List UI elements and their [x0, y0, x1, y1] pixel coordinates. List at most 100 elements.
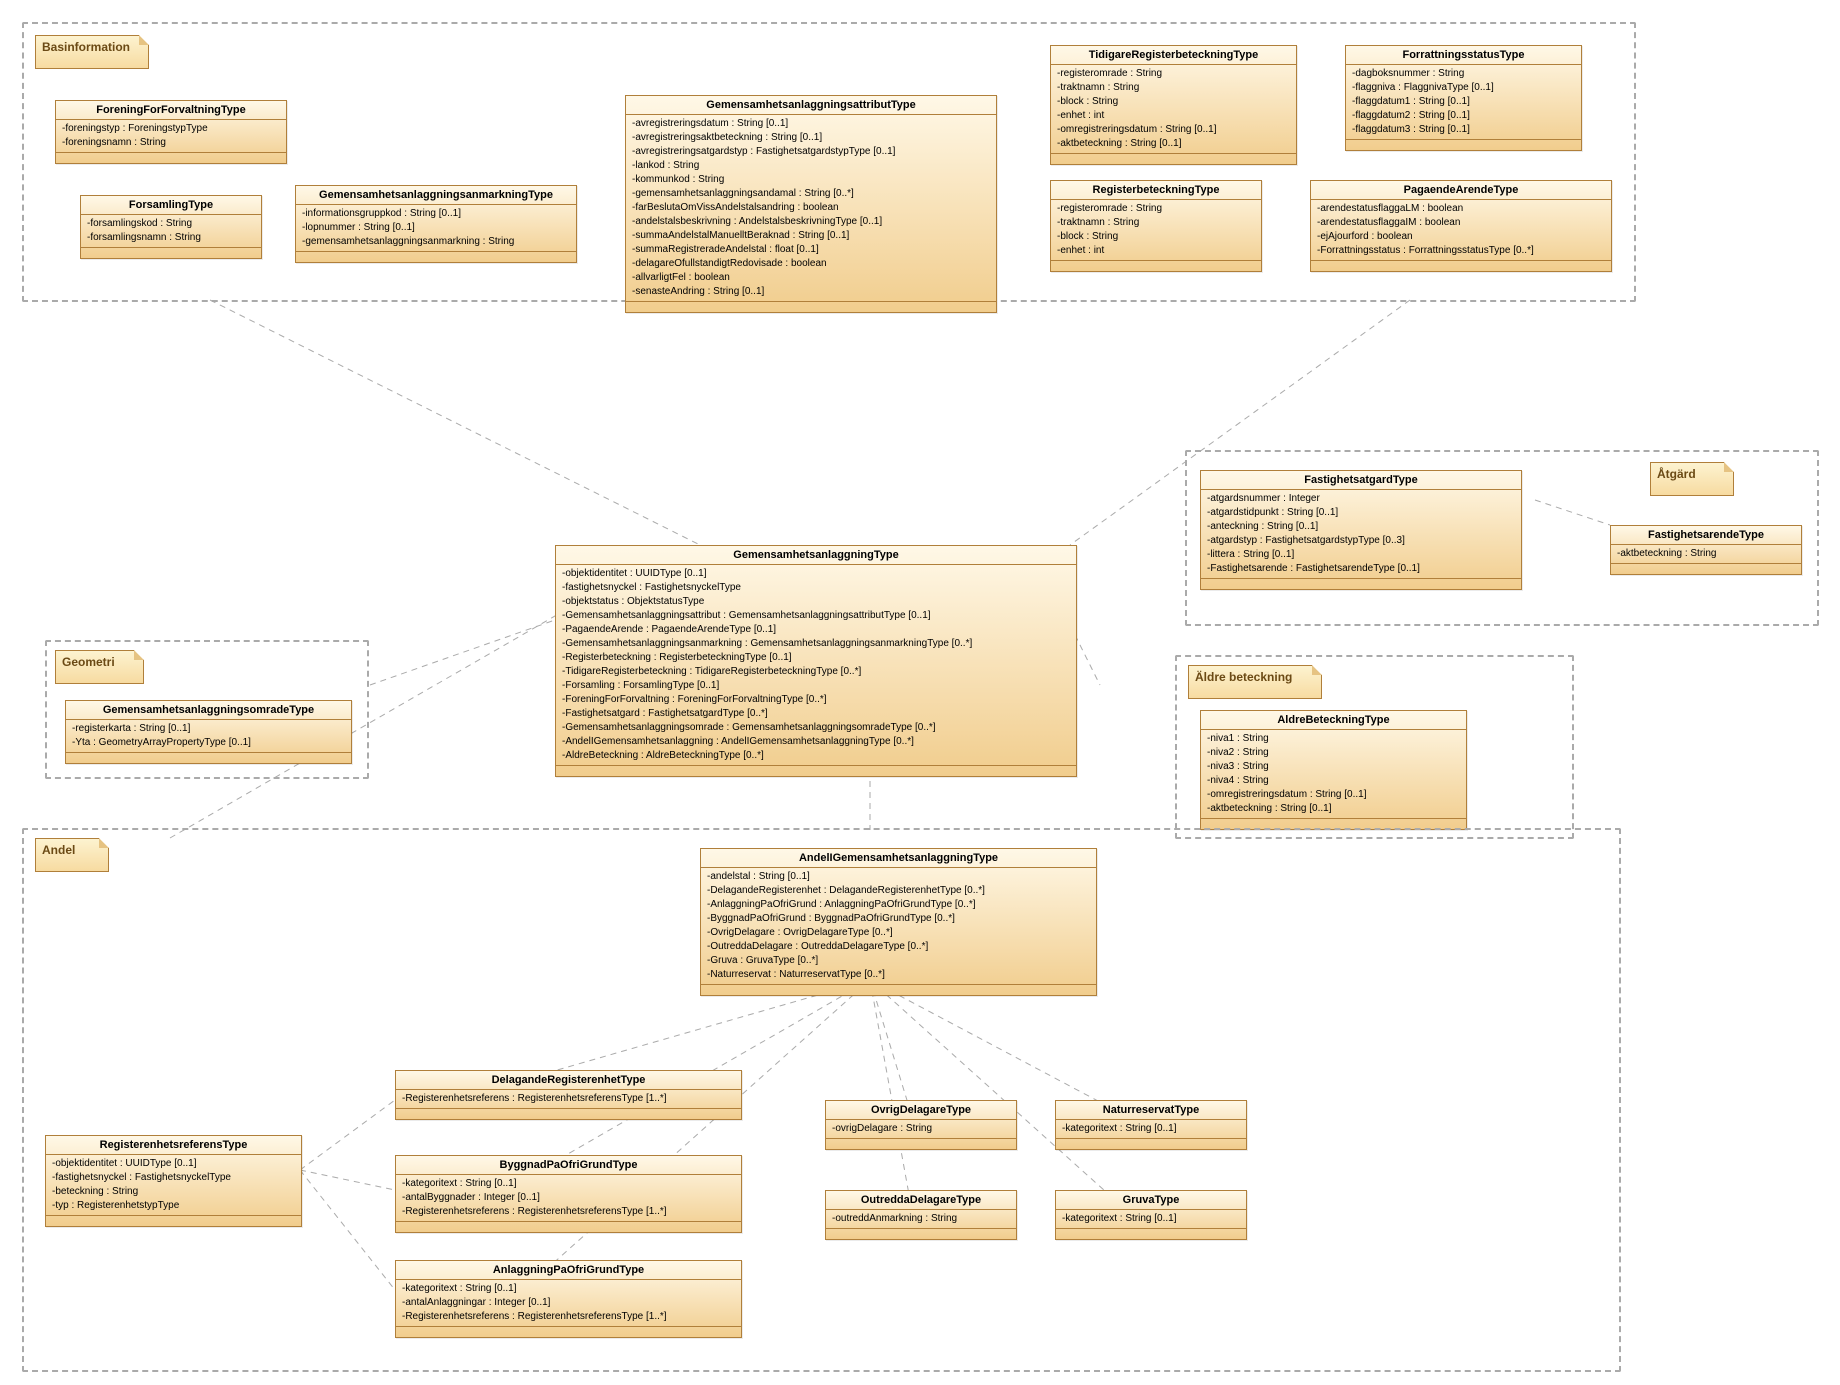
class-title: RegisterbeteckningType [1051, 181, 1261, 200]
class-attr: -antalAnlaggningar : Integer [0..1] [402, 1296, 735, 1310]
class-GemensamhetsanlaggningsomradeType[interactable]: GemensamhetsanlaggningsomradeType -regis… [65, 700, 352, 764]
class-attr: -aktbeteckning : String [1617, 547, 1795, 561]
class-RegisterenhetsreferensType[interactable]: RegisterenhetsreferensType -objektidenti… [45, 1135, 302, 1227]
class-PagaendeArendeType[interactable]: PagaendeArendeType -arendestatusflaggaLM… [1310, 180, 1612, 272]
class-attr: -typ : RegisterenhetstypType [52, 1199, 295, 1213]
class-title: DelagandeRegisterenhetType [396, 1071, 741, 1090]
class-attr: -atgardsnummer : Integer [1207, 492, 1515, 506]
class-attr: -lopnummer : String [0..1] [302, 221, 570, 235]
class-attr: -dagboksnummer : String [1352, 67, 1575, 81]
class-attrs: -forsamlingskod : String-forsamlingsnamn… [81, 215, 261, 248]
class-title: GemensamhetsanlaggningType [556, 546, 1076, 565]
class-attr: -OvrigDelagare : OvrigDelagareType [0..*… [707, 926, 1090, 940]
class-attr: -flaggdatum3 : String [0..1] [1352, 123, 1575, 137]
class-ForeningForForvaltningType[interactable]: ForeningForForvaltningType -foreningstyp… [55, 100, 287, 164]
class-attrs: -arendestatusflaggaLM : boolean-arendest… [1311, 200, 1611, 261]
class-attr: -kategoritext : String [0..1] [1062, 1212, 1240, 1226]
class-attr: -ovrigDelagare : String [832, 1122, 1010, 1136]
class-AndelIGemensamhetsanlaggningType[interactable]: AndelIGemensamhetsanlaggningType -andels… [700, 848, 1097, 996]
class-title: OutreddaDelagareType [826, 1191, 1016, 1210]
class-attrs: -registeromrade : String-traktnamn : Str… [1051, 65, 1296, 154]
class-TidigareRegisterbeteckningType[interactable]: TidigareRegisterbeteckningType -register… [1050, 45, 1297, 165]
class-attr: -Registerenhetsreferens : Registerenhets… [402, 1092, 735, 1106]
class-attr: -summaAndelstalManuelltBeraknad : String… [632, 229, 990, 243]
class-FastighetsarendeType[interactable]: FastighetsarendeType -aktbeteckning : St… [1610, 525, 1802, 575]
class-attr: -gemensamhetsanlaggningsandamal : String… [632, 187, 990, 201]
class-attrs: -informationsgruppkod : String [0..1]-lo… [296, 205, 576, 252]
note-aldre: Äldre beteckning [1188, 665, 1322, 699]
class-attrs: -objektidentitet : UUIDType [0..1]-fasti… [46, 1155, 301, 1216]
class-attr: -traktnamn : String [1057, 216, 1255, 230]
class-attr: -AnlaggningPaOfriGrund : AnlaggningPaOfr… [707, 898, 1090, 912]
class-NaturreservatType[interactable]: NaturreservatType -kategoritext : String… [1055, 1100, 1247, 1150]
class-title: PagaendeArendeType [1311, 181, 1611, 200]
class-GemensamhetsanlaggningType[interactable]: GemensamhetsanlaggningType -objektidenti… [555, 545, 1077, 777]
class-ForsamlingType[interactable]: ForsamlingType -forsamlingskod : String-… [80, 195, 262, 259]
class-attr: -avregistreringsdatum : String [0..1] [632, 117, 990, 131]
note-label: Åtgärd [1657, 467, 1696, 481]
class-ByggnadPaOfriGrundType[interactable]: ByggnadPaOfriGrundType -kategoritext : S… [395, 1155, 742, 1233]
class-GruvaType[interactable]: GruvaType -kategoritext : String [0..1] [1055, 1190, 1247, 1240]
class-title: NaturreservatType [1056, 1101, 1246, 1120]
class-attr: -ForeningForForvaltning : ForeningForFor… [562, 693, 1070, 707]
class-attr: -foreningsnamn : String [62, 136, 280, 150]
class-attr: -Gemensamhetsanlaggningsomrade : Gemensa… [562, 721, 1070, 735]
class-FastighetsatgardType[interactable]: FastighetsatgardType -atgardsnummer : In… [1200, 470, 1522, 590]
note-label: Basinformation [42, 40, 130, 54]
class-attr: -Gruva : GruvaType [0..*] [707, 954, 1090, 968]
class-attr: -Naturreservat : NaturreservatType [0..*… [707, 968, 1090, 982]
class-attr: -ejAjourford : boolean [1317, 230, 1605, 244]
class-AldreBeteckningType[interactable]: AldreBeteckningType -niva1 : String-niva… [1200, 710, 1467, 830]
class-attrs: -niva1 : String-niva2 : String-niva3 : S… [1201, 730, 1466, 819]
class-title: ForrattningsstatusType [1346, 46, 1581, 65]
class-title: ForsamlingType [81, 196, 261, 215]
class-attr: -niva3 : String [1207, 760, 1460, 774]
class-RegisterbeteckningType[interactable]: RegisterbeteckningType -registeromrade :… [1050, 180, 1262, 272]
class-attr: -Gemensamhetsanlaggningsanmarkning : Gem… [562, 637, 1070, 651]
class-attr: -beteckning : String [52, 1185, 295, 1199]
class-attr: -kategoritext : String [0..1] [1062, 1122, 1240, 1136]
class-attr: -kommunkod : String [632, 173, 990, 187]
class-attr: -DelagandeRegisterenhet : DelagandeRegis… [707, 884, 1090, 898]
class-attrs: -foreningstyp : ForeningstypType-forenin… [56, 120, 286, 153]
class-OvrigDelagareType[interactable]: OvrigDelagareType -ovrigDelagare : Strin… [825, 1100, 1017, 1150]
class-OutreddaDelagareType[interactable]: OutreddaDelagareType -outreddAnmarkning … [825, 1190, 1017, 1240]
class-attr: -traktnamn : String [1057, 81, 1290, 95]
note-andel: Andel [35, 838, 109, 872]
class-attr: -AndelIGemensamhetsanlaggning : AndelIGe… [562, 735, 1070, 749]
note-label: Äldre beteckning [1195, 670, 1292, 684]
class-attr: -registerkarta : String [0..1] [72, 722, 345, 736]
class-GemensamhetsanlaggningsanmarkningType[interactable]: GemensamhetsanlaggningsanmarkningType -i… [295, 185, 577, 263]
class-attrs: -registeromrade : String-traktnamn : Str… [1051, 200, 1261, 261]
class-attr: -registeromrade : String [1057, 67, 1290, 81]
class-attrs: -andelstal : String [0..1]-DelagandeRegi… [701, 868, 1096, 985]
class-attrs: -kategoritext : String [0..1] [1056, 1120, 1246, 1139]
class-attr: -TidigareRegisterbeteckning : TidigareRe… [562, 665, 1070, 679]
class-attr: -Registerenhetsreferens : Registerenhets… [402, 1205, 735, 1219]
class-attr: -registeromrade : String [1057, 202, 1255, 216]
class-ForrattningsstatusType[interactable]: ForrattningsstatusType -dagboksnummer : … [1345, 45, 1582, 151]
class-attr: -niva4 : String [1207, 774, 1460, 788]
class-attr: -Registerenhetsreferens : Registerenhets… [402, 1310, 735, 1324]
class-title: OvrigDelagareType [826, 1101, 1016, 1120]
class-attrs: -avregistreringsdatum : String [0..1]-av… [626, 115, 996, 302]
class-title: AndelIGemensamhetsanlaggningType [701, 849, 1096, 868]
class-attrs: -ovrigDelagare : String [826, 1120, 1016, 1139]
note-atgard: Åtgärd [1650, 462, 1734, 496]
class-attr: -PagaendeArende : PagaendeArendeType [0.… [562, 623, 1070, 637]
class-title: ByggnadPaOfriGrundType [396, 1156, 741, 1175]
class-DelagandeRegisterenhetType[interactable]: DelagandeRegisterenhetType -Registerenhe… [395, 1070, 742, 1120]
class-attr: -anteckning : String [0..1] [1207, 520, 1515, 534]
class-attr: -outreddAnmarkning : String [832, 1212, 1010, 1226]
class-attr: -informationsgruppkod : String [0..1] [302, 207, 570, 221]
class-AnlaggningPaOfriGrundType[interactable]: AnlaggningPaOfriGrundType -kategoritext … [395, 1260, 742, 1338]
class-attrs: -atgardsnummer : Integer-atgardstidpunkt… [1201, 490, 1521, 579]
class-attr: -Yta : GeometryArrayPropertyType [0..1] [72, 736, 345, 750]
class-attrs: -kategoritext : String [0..1]-antalAnlag… [396, 1280, 741, 1327]
class-attr: -omregistreringsdatum : String [0..1] [1207, 788, 1460, 802]
class-attr: -antalByggnader : Integer [0..1] [402, 1191, 735, 1205]
class-attr: -delagareOfullstandigtRedovisade : boole… [632, 257, 990, 271]
class-title: AldreBeteckningType [1201, 711, 1466, 730]
class-attr: -flaggdatum2 : String [0..1] [1352, 109, 1575, 123]
class-GemensamhetsanlaggningsattributType[interactable]: GemensamhetsanlaggningsattributType -avr… [625, 95, 997, 313]
